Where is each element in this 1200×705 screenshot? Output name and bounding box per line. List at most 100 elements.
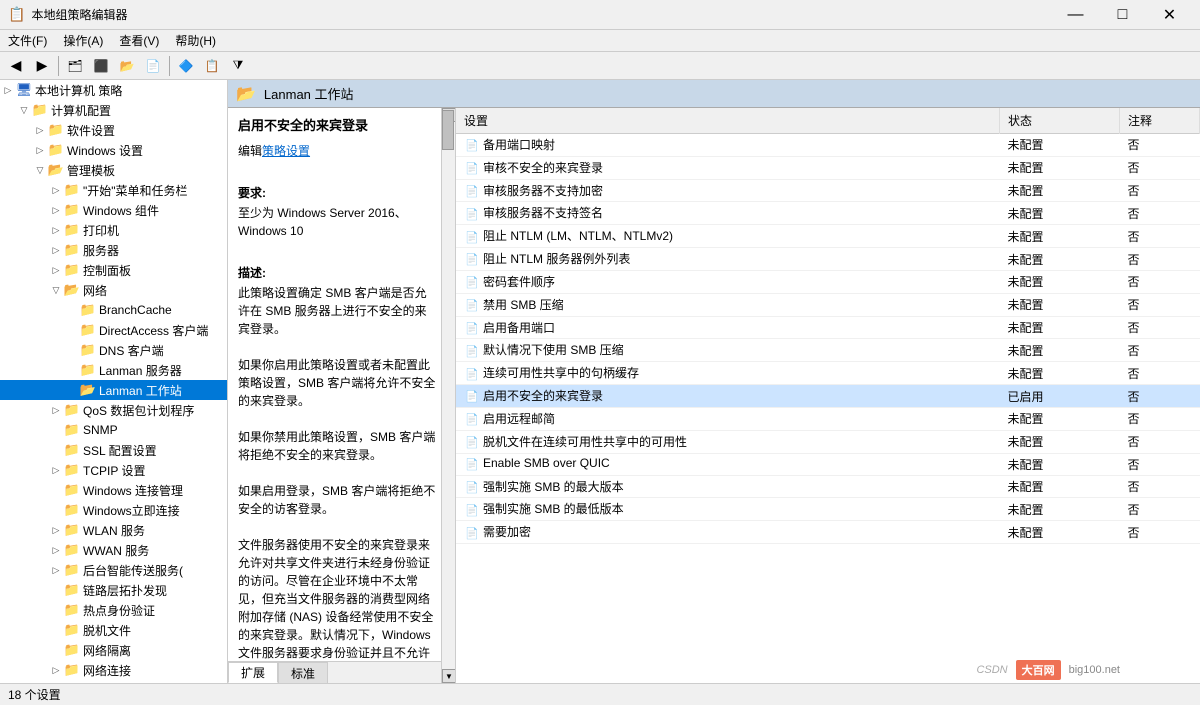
table-row[interactable]: 📄默认情况下使用 SMB 压缩未配置否 (456, 339, 1200, 362)
tree-directaccess[interactable]: 📁 DirectAccess 客户端 (0, 320, 227, 340)
table-row[interactable]: 📄阻止 NTLM (LM、NTLM、NTLMv2)未配置否 (456, 225, 1200, 248)
tree-computer-config[interactable]: ▽ 📁 计算机配置 (0, 100, 227, 120)
expand-icon (48, 482, 64, 498)
tree-software[interactable]: ▷ 📁 软件设置 (0, 120, 227, 140)
policy-settings-link[interactable]: 策略设置 (262, 144, 310, 158)
tree-lanman-server[interactable]: 📁 Lanman 服务器 (0, 360, 227, 380)
folder-icon: 📁 (64, 563, 80, 577)
tree-net-isolation[interactable]: 📁 网络隔离 (0, 640, 227, 660)
note-cell: 否 (1120, 453, 1200, 475)
toolbar-btn-6[interactable]: 📋 (200, 55, 224, 77)
scroll-thumb[interactable] (442, 110, 454, 150)
table-row[interactable]: 📄启用远程邮简未配置否 (456, 407, 1200, 430)
tab-extended[interactable]: 扩展 (228, 662, 278, 683)
table-row[interactable]: 📄强制实施 SMB 的最大版本未配置否 (456, 475, 1200, 498)
setting-name: 阻止 NTLM (LM、NTLM、NTLMv2) (483, 229, 673, 243)
col-setting[interactable]: 设置 (456, 108, 1000, 134)
table-row[interactable]: 📄启用不安全的来宾登录已启用否 (456, 385, 1200, 408)
table-row[interactable]: 📄审核服务器不支持签名未配置否 (456, 202, 1200, 225)
menu-action[interactable]: 操作(A) (55, 30, 111, 51)
table-row[interactable]: 📄启用备用端口未配置否 (456, 316, 1200, 339)
table-row[interactable]: 📄需要加密未配置否 (456, 521, 1200, 544)
setting-name-cell: 📄密码套件顺序 (456, 270, 1000, 293)
folder-icon: 📁 (64, 523, 80, 537)
table-row[interactable]: 📄密码套件顺序未配置否 (456, 270, 1200, 293)
tree-wlan[interactable]: ▷ 📁 WLAN 服务 (0, 520, 227, 540)
expand-icon (64, 322, 80, 338)
show-hide-tree-button[interactable]: 🗂 (63, 55, 87, 77)
forward-button[interactable]: ▶ (30, 55, 54, 77)
col-status[interactable]: 状态 (1000, 108, 1120, 134)
tree-win-conn-mgmt[interactable]: 📁 Windows 连接管理 (0, 480, 227, 500)
folder-icon: 📁 (64, 203, 80, 217)
expand-icon (48, 622, 64, 638)
tree-admin-templates[interactable]: ▽ 📂 管理模板 (0, 160, 227, 180)
table-row[interactable]: 📄审核不安全的来宾登录未配置否 (456, 156, 1200, 179)
tree-bits[interactable]: ▷ 📁 后台智能传送服务( (0, 560, 227, 580)
folder-icon: 📁 (64, 183, 80, 197)
tree-start-menu[interactable]: ▷ 📁 "开始"菜单和任务栏 (0, 180, 227, 200)
row-icon: 📄 (464, 206, 480, 222)
description-scrollbar[interactable]: ▲ ▼ (441, 108, 455, 683)
table-row[interactable]: 📄Enable SMB over QUIC未配置否 (456, 453, 1200, 475)
filter-button[interactable]: ⧩ (226, 55, 250, 77)
menu-file[interactable]: 文件(F) (0, 30, 55, 51)
folder-icon: 📁 (64, 623, 80, 637)
table-row[interactable]: 📄禁用 SMB 压缩未配置否 (456, 293, 1200, 316)
tree-snmp[interactable]: 📁 SNMP (0, 420, 227, 440)
tab-standard[interactable]: 标准 (278, 662, 328, 683)
folder-icon-open: 📂 (48, 163, 64, 177)
tree-linklayer[interactable]: 📁 链路层拓扑发现 (0, 580, 227, 600)
folder-icon: 📁 (80, 343, 96, 357)
tree-windows-components[interactable]: ▷ 📁 Windows 组件 (0, 200, 227, 220)
table-row[interactable]: 📄强制实施 SMB 的最低版本未配置否 (456, 498, 1200, 521)
table-row[interactable]: 📄审核服务器不支持加密未配置否 (456, 179, 1200, 202)
description-label: 描述: (238, 264, 437, 282)
scroll-down-arrow[interactable]: ▼ (442, 669, 456, 683)
tree-printer[interactable]: ▷ 📁 打印机 (0, 220, 227, 240)
toolbar-btn-3[interactable]: 📂 (115, 55, 139, 77)
tree-dns[interactable]: 📁 DNS 客户端 (0, 340, 227, 360)
table-row[interactable]: 📄连续可用性共享中的句柄缓存未配置否 (456, 362, 1200, 385)
tree-ssl[interactable]: 📁 SSL 配置设置 (0, 440, 227, 460)
folder-icon: 📁 (64, 643, 80, 657)
folder-icon-selected: 📂 (80, 383, 96, 397)
tree-root[interactable]: ▷ 🖥 本地计算机 策略 (0, 80, 227, 100)
tree-label: SSL 配置设置 (83, 442, 157, 459)
menu-help[interactable]: 帮助(H) (167, 30, 224, 51)
tree-branchcache[interactable]: 📁 BranchCache (0, 300, 227, 320)
tree-tcpip[interactable]: ▷ 📁 TCPIP 设置 (0, 460, 227, 480)
close-button[interactable]: ✕ (1147, 1, 1192, 29)
table-row[interactable]: 📄备用端口映射未配置否 (456, 134, 1200, 157)
minimize-button[interactable]: — (1053, 1, 1098, 29)
folder-icon: 📁 (64, 663, 80, 677)
toolbar-btn-2[interactable]: ⬛ (89, 55, 113, 77)
tree-offline[interactable]: 📁 脱机文件 (0, 620, 227, 640)
folder-icon: 📁 (64, 423, 80, 437)
tree-net-conn[interactable]: ▷ 📁 网络连接 (0, 660, 227, 680)
tree-network[interactable]: ▽ 📂 网络 (0, 280, 227, 300)
tree-hotspot[interactable]: 📁 热点身份验证 (0, 600, 227, 620)
tree-server[interactable]: ▷ 📁 服务器 (0, 240, 227, 260)
toolbar-btn-5[interactable]: 🔷 (174, 55, 198, 77)
tree-wwan[interactable]: ▷ 📁 WWAN 服务 (0, 540, 227, 560)
maximize-button[interactable]: □ (1100, 1, 1145, 29)
setting-name-cell: 📄启用远程邮简 (456, 407, 1000, 430)
tree-instant-connect[interactable]: 📁 Windows立即连接 (0, 500, 227, 520)
back-button[interactable]: ◀ (4, 55, 28, 77)
tree-windows-settings[interactable]: ▷ 📁 Windows 设置 (0, 140, 227, 160)
status-cell: 未配置 (1000, 179, 1120, 202)
toolbar-btn-4[interactable]: 📄 (141, 55, 165, 77)
row-icon: 📄 (464, 183, 480, 199)
tree-lanman-workstation[interactable]: 📂 Lanman 工作站 (0, 380, 227, 400)
col-note[interactable]: 注释 (1120, 108, 1200, 134)
menu-view[interactable]: 查看(V) (111, 30, 167, 51)
split-pane: 启用不安全的来宾登录 编辑策略设置 要求: 至少为 Windows Server… (228, 108, 1200, 683)
row-icon: 📄 (464, 502, 480, 518)
table-row[interactable]: 📄脱机文件在连续可用性共享中的可用性未配置否 (456, 430, 1200, 453)
tree-qos[interactable]: ▷ 📁 QoS 数据包计划程序 (0, 400, 227, 420)
table-row[interactable]: 📄阻止 NTLM 服务器例外列表未配置否 (456, 248, 1200, 271)
tree-net-conn-status[interactable]: 📁 网络连接状态指示器 (0, 680, 227, 683)
tree-control-panel[interactable]: ▷ 📁 控制面板 (0, 260, 227, 280)
status-cell: 未配置 (1000, 430, 1120, 453)
